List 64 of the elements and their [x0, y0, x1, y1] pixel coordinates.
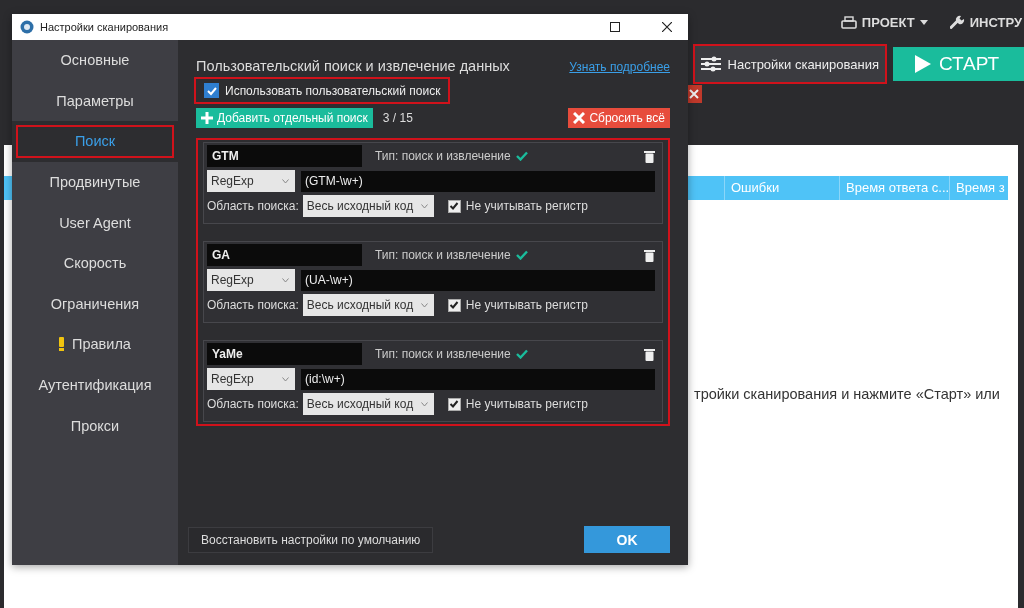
type-label: Тип: поиск и извлечение	[375, 248, 511, 262]
plus-icon	[201, 112, 213, 124]
wrench-icon	[949, 14, 965, 30]
name-field[interactable]: GTM	[207, 145, 362, 167]
sidebar-item[interactable]: Аутентификация	[12, 364, 178, 406]
window-title: Настройки сканирования	[40, 21, 170, 33]
trash-icon[interactable]	[644, 347, 655, 361]
search-counter: 3 / 15	[382, 111, 414, 125]
scope-dropdown[interactable]: Весь исходный код	[302, 195, 434, 217]
name-field[interactable]: YaMe	[207, 343, 362, 365]
maximize-icon[interactable]	[610, 22, 620, 32]
sidebar-item[interactable]: Параметры	[12, 80, 178, 122]
pattern-field[interactable]: (UA-\w+)	[301, 269, 655, 291]
mode-dropdown[interactable]: RegExp	[207, 170, 295, 192]
chevron-icon	[282, 178, 289, 184]
sidebar-item[interactable]: Прокси	[12, 405, 178, 446]
scope-label: Область поиска:	[207, 199, 299, 213]
scope-dropdown[interactable]: Весь исходный код	[302, 294, 434, 316]
chevron-icon	[420, 302, 428, 308]
trash-icon[interactable]	[644, 149, 655, 163]
scan-settings-button[interactable]: Настройки сканирования	[692, 44, 887, 84]
checkbox[interactable]	[447, 298, 461, 312]
checkbox-label: Использовать пользовательский поиск	[225, 83, 441, 98]
sidebar-item[interactable]: User Agent	[12, 202, 178, 243]
checkbox[interactable]	[447, 397, 461, 411]
mode-dropdown[interactable]: RegExp	[207, 368, 295, 390]
scope-label: Область поиска:	[207, 298, 299, 312]
sidebar-item[interactable]: Правила	[12, 324, 178, 365]
type-label: Тип: поиск и извлечение	[375, 149, 511, 163]
sidebar-item[interactable]: Ограничения	[12, 283, 178, 325]
printer-icon	[840, 15, 857, 29]
chevron-icon	[282, 376, 289, 382]
scope-label: Область поиска:	[207, 397, 299, 411]
chevron-icon	[420, 203, 428, 209]
mode-dropdown[interactable]: RegExp	[207, 269, 295, 291]
sidebar-item[interactable]: Скорость	[12, 242, 178, 284]
name-field[interactable]: GA	[207, 244, 362, 266]
chevron-icon	[282, 277, 289, 283]
play-icon	[915, 55, 931, 73]
sidebar-item[interactable]: Поиск	[12, 121, 178, 162]
checkbox[interactable]	[204, 83, 219, 98]
reset-all-button[interactable]: Сбросить всё	[568, 108, 670, 128]
caret-icon	[919, 19, 928, 25]
menu-item[interactable]: ИНСТРУ	[949, 13, 1022, 31]
checkbox-label: Не учитывать регистр	[465, 397, 588, 411]
checkbox-label: Не учитывать регистр	[465, 298, 588, 312]
learn-more-link[interactable]: Узнать подробнее	[569, 60, 670, 74]
cross-icon	[573, 112, 586, 124]
trash-icon[interactable]	[644, 248, 655, 262]
checkbox[interactable]	[447, 199, 461, 213]
menu-item[interactable]: ПРОЕКТ	[840, 13, 928, 31]
sidebar-item[interactable]: Основные	[12, 40, 178, 81]
restore-defaults-button[interactable]: Восстановить настройки по умолчанию	[188, 526, 434, 553]
pattern-field[interactable]: (id:\w+)	[301, 368, 655, 390]
checkbox-label: Не учитывать регистр	[465, 199, 588, 213]
scope-dropdown[interactable]: Весь исходный код	[302, 393, 434, 415]
sidebar-item[interactable]: Продвинутые	[12, 161, 178, 203]
section-heading: Пользовательский поиск и извлечение данных	[196, 58, 510, 74]
sliders-icon	[700, 56, 721, 72]
pattern-field[interactable]: (GTM-\w+)	[301, 170, 655, 192]
chevron-icon	[420, 401, 428, 407]
type-label: Тип: поиск и извлечение	[375, 347, 511, 361]
custom-search-checkbox[interactable]: Использовать пользовательский поиск	[194, 77, 451, 104]
close-icon[interactable]	[662, 22, 672, 32]
